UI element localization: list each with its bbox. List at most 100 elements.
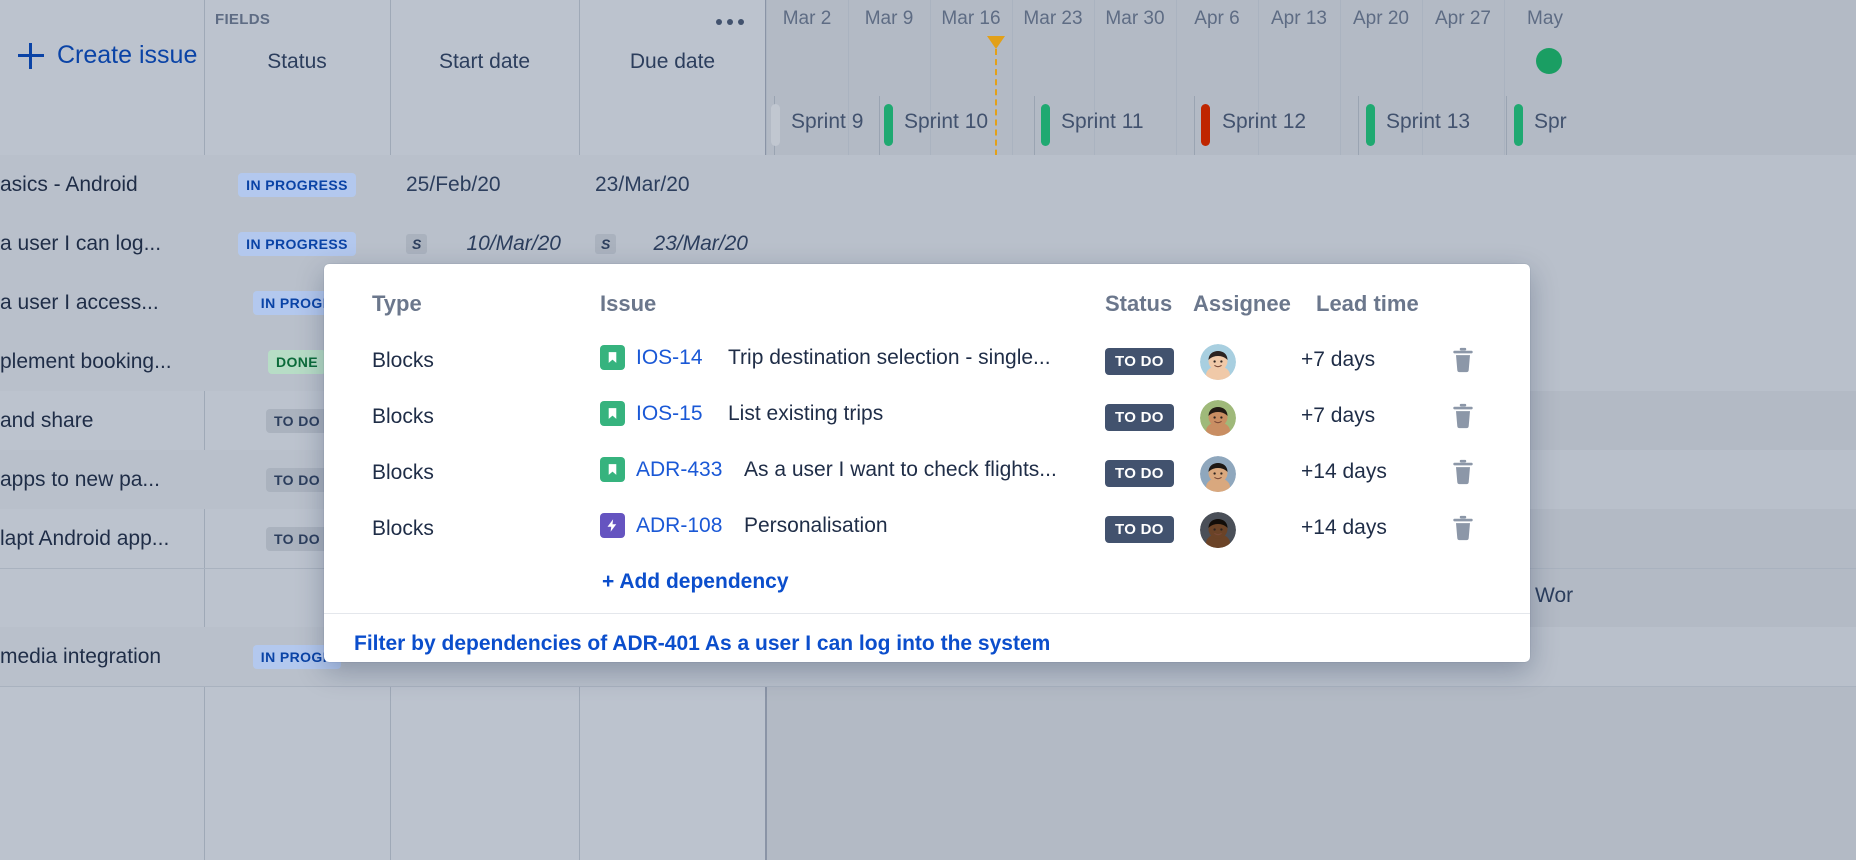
story-icon [600, 457, 625, 482]
table-row[interactable]: asics - AndroidIN PROGRESS 25/Feb/20 23/Ma… [0, 155, 1856, 214]
sprint-label-14[interactable]: Spr [1534, 110, 1567, 134]
sprint-label-10[interactable]: Sprint 10 [904, 110, 988, 134]
sprint-label-13[interactable]: Sprint 13 [1386, 110, 1470, 134]
sprint-label-11[interactable]: Sprint 11 [1061, 110, 1144, 134]
dependency-dialog: Type Issue Status Assignee Lead time Blo… [324, 264, 1530, 662]
column-header-start-date[interactable]: Start date [390, 50, 579, 74]
sprint-pill-12 [1201, 104, 1210, 146]
timeline-tick-8: Apr 27 [1422, 8, 1504, 30]
sprint-pill-9 [771, 104, 780, 146]
timeline-tick-1: Mar 9 [848, 8, 930, 30]
timeline-tick-0: Mar 2 [766, 8, 848, 30]
avatar[interactable] [1200, 400, 1236, 436]
dependency-type: Blocks [372, 349, 434, 373]
dialog-header-type: Type [372, 291, 422, 317]
dialog-header-status: Status [1105, 291, 1172, 317]
today-marker-icon [987, 36, 1005, 49]
trash-icon[interactable] [1450, 515, 1476, 543]
status-badge-cell[interactable]: TO DO [1105, 404, 1174, 431]
avatar[interactable] [1200, 344, 1236, 380]
story-icon [600, 345, 625, 370]
status-badge: TO DO [266, 468, 328, 492]
due-date-cell[interactable]: 23/Mar/20 [579, 155, 766, 214]
timeline-tick-7: Apr 20 [1340, 8, 1422, 30]
issue-key-link[interactable]: ADR-108 [636, 514, 722, 538]
dialog-header-issue: Issue [600, 291, 656, 317]
filter-by-dependencies-link[interactable]: Filter by dependencies of ADR-401 As a u… [354, 632, 1050, 656]
lead-time-value: +7 days [1301, 404, 1375, 428]
status-badge-cell[interactable]: TO DO [1105, 516, 1174, 543]
status-badge-cell[interactable]: TO DO [1105, 460, 1174, 487]
sprint-indicator: S [406, 234, 427, 254]
add-dependency-button[interactable]: + Add dependency [602, 570, 789, 594]
dependency-row[interactable]: Blocks ADR-433 As a user I want to check f… [324, 444, 1530, 500]
dependency-type: Blocks [372, 405, 434, 429]
row-title [0, 568, 204, 627]
issue-key-wrap: ADR-433 [600, 457, 722, 482]
row-title: media integration [0, 627, 204, 686]
status-badge: DONE [268, 350, 326, 374]
sprint-label-12[interactable]: Sprint 12 [1222, 110, 1306, 134]
row-title: asics - Android [0, 155, 204, 214]
sprint-label-9[interactable]: Sprint 9 [791, 110, 863, 134]
trash-icon[interactable] [1450, 403, 1476, 431]
dialog-header-lead-time: Lead time [1316, 291, 1419, 317]
timeline-tick-5: Apr 6 [1176, 8, 1258, 30]
fields-label: FIELDS [215, 11, 270, 28]
status-badge: TO DO [1105, 404, 1174, 431]
lead-time-value: +14 days [1301, 460, 1387, 484]
avatar[interactable] [1200, 512, 1236, 548]
issue-summary: As a user I want to check flights... [744, 458, 1057, 482]
dependency-row[interactable]: Blocks IOS-15 List existing trips TO DO +7 d… [324, 388, 1530, 444]
status-badge-cell[interactable]: TO DO [1105, 348, 1174, 375]
timeline-tick-9: May [1504, 8, 1586, 30]
trash-icon[interactable] [1450, 459, 1476, 487]
sprint-indicator: S [595, 234, 616, 254]
status-badge: TO DO [266, 527, 328, 551]
create-issue-button[interactable]: Create issue [18, 41, 197, 70]
dependency-type: Blocks [372, 517, 434, 541]
status-badge: TO DO [1105, 348, 1174, 375]
avatar[interactable] [1200, 456, 1236, 492]
status-dot-green [1536, 48, 1562, 74]
epic-icon [600, 513, 625, 538]
start-date-value: 25/Feb/20 [406, 173, 501, 197]
trash-icon[interactable] [1450, 347, 1476, 375]
due-date-value: 23/Mar/20 [595, 173, 690, 197]
row-title: plement booking... [0, 332, 204, 391]
issue-key-wrap: ADR-108 [600, 513, 722, 538]
status-badge-cell[interactable]: IN PROGRESS [204, 155, 390, 214]
issue-key-link[interactable]: IOS-15 [636, 402, 703, 426]
issue-summary: Personalisation [744, 514, 888, 538]
plus-icon [18, 43, 44, 69]
truncated-label: Wor [1535, 584, 1573, 608]
row-title: apps to new pa... [0, 450, 204, 509]
timeline-tick-3: Mar 23 [1012, 8, 1094, 30]
dependency-row[interactable]: Blocks ADR-108 Personalisation TO DO +14 day… [324, 500, 1530, 556]
start-date-value: 10/Mar/20 [466, 232, 579, 256]
timeline-tick-6: Apr 13 [1258, 8, 1340, 30]
dependency-row[interactable]: Blocks IOS-14 Trip destination selection -… [324, 332, 1530, 388]
dialog-header-assignee: Assignee [1193, 291, 1291, 317]
column-header-status[interactable]: Status [204, 50, 390, 74]
lead-time-value: +14 days [1301, 516, 1387, 540]
issue-key-wrap: IOS-15 [600, 401, 703, 426]
dependency-type: Blocks [372, 461, 434, 485]
issue-key-link[interactable]: IOS-14 [636, 346, 703, 370]
issue-summary: List existing trips [728, 402, 883, 426]
row-title: a user I can log... [0, 214, 204, 273]
status-badge: IN PROGRESS [238, 232, 356, 256]
issue-key-wrap: IOS-14 [600, 345, 703, 370]
column-header-due-date[interactable]: Due date [579, 50, 766, 74]
timeline-tick-4: Mar 30 [1094, 8, 1176, 30]
timeline-tick-2: Mar 16 [930, 8, 1012, 30]
lead-time-value: +7 days [1301, 348, 1375, 372]
create-issue-label: Create issue [57, 41, 197, 70]
more-options-icon[interactable] [712, 11, 754, 33]
sprint-pill-13 [1366, 104, 1375, 146]
issue-summary: Trip destination selection - single... [728, 346, 1051, 370]
row-title: a user I access... [0, 273, 204, 332]
issue-key-link[interactable]: ADR-433 [636, 458, 722, 482]
status-badge: TO DO [266, 409, 328, 433]
start-date-cell[interactable]: 25/Feb/20 [390, 155, 579, 214]
